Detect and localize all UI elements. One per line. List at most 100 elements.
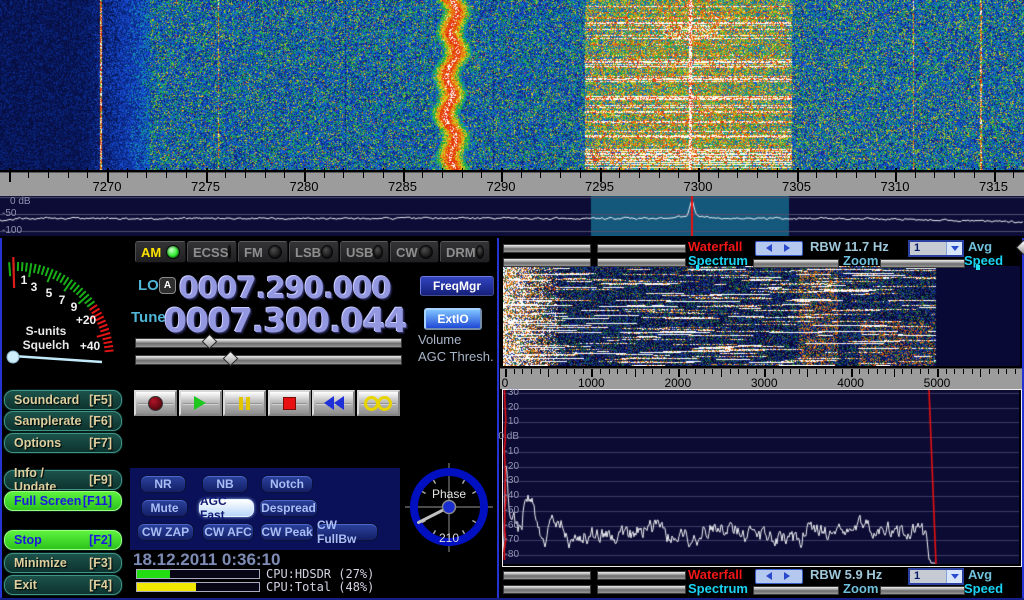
panel_bottom-display-slider-0[interactable]	[503, 571, 591, 580]
panel_bottom-display-slider-1[interactable]	[597, 571, 686, 580]
panel_top-waterfall-scroll-button[interactable]	[755, 241, 803, 256]
sidebar-button-samplerate[interactable]: Samplerate[F6]	[4, 411, 122, 431]
sidebar-button-info-update[interactable]: Info / Update[F9]	[4, 470, 122, 490]
sidebar-button-minimize[interactable]: Minimize[F3]	[4, 553, 122, 573]
scale-tick	[146, 168, 147, 178]
sidebar-button-options[interactable]: Options[F7]	[4, 433, 122, 453]
chevron-down-icon	[946, 242, 962, 255]
media-loop-button[interactable]	[357, 390, 400, 416]
panel_bottom-spectrum-label: Spectrum	[688, 581, 748, 596]
dsp-button-nr[interactable]: NR	[140, 475, 186, 493]
scale-tick	[934, 168, 935, 178]
panel_bottom-zoom-slider[interactable]	[753, 586, 839, 595]
dsp-button-mute[interactable]: Mute	[141, 499, 188, 517]
sidebar-button-stop[interactable]: Stop[F2]	[4, 530, 122, 550]
media-rewind-button[interactable]	[312, 390, 355, 416]
media-record-button[interactable]	[134, 390, 177, 416]
volume-slider[interactable]	[135, 338, 402, 348]
panel_top-display-slider-3[interactable]	[597, 258, 686, 267]
rf-spectrum-strip[interactable]	[0, 196, 1024, 236]
meter-tick	[34, 264, 36, 273]
sidebar-button-full-screen[interactable]: Full Screen[F11]	[4, 491, 122, 511]
dsp-button-despread[interactable]: Despread	[259, 499, 318, 517]
scale-tick	[225, 168, 226, 178]
scale-tick	[782, 369, 783, 374]
media-play-button[interactable]	[179, 390, 222, 416]
panel_bottom-avg-dropdown[interactable]: 1	[908, 568, 964, 585]
mode-button-cw[interactable]: CW	[390, 241, 439, 263]
panel_bottom-waterfall-scroll-button[interactable]	[755, 569, 803, 584]
dsp-button-cw-zap[interactable]: CW ZAP	[137, 523, 194, 541]
dsp-button-cw-peak[interactable]: CW Peak	[260, 523, 314, 541]
mode-button-usb[interactable]: USB	[340, 241, 389, 263]
scale-tick	[540, 168, 541, 178]
mode-button-drm[interactable]: DRM	[440, 241, 490, 263]
panel_top-speed-slider[interactable]	[880, 259, 965, 268]
scroll-left-icon	[766, 244, 772, 252]
sidebar-button-exit[interactable]: Exit[F4]	[4, 575, 122, 595]
squelch-needle-hub[interactable]	[7, 351, 19, 363]
rf-scale-label: 7300	[684, 179, 713, 194]
dsp-button-notch[interactable]: Notch	[261, 475, 313, 493]
scale-tick	[619, 168, 620, 178]
scale-tick	[989, 369, 990, 374]
mode-button-label: ECSS	[193, 245, 228, 260]
lo-auto-button[interactable]: A	[159, 277, 176, 294]
scale-tick	[963, 369, 964, 374]
mode-button-fm[interactable]: FM	[238, 241, 288, 263]
audio-scale-label: 5000	[924, 376, 951, 390]
scale-tick	[946, 369, 947, 374]
phase-tick	[434, 530, 436, 533]
rf-frequency-scale[interactable]: 7270727572807285729072957300730573107315	[0, 172, 1024, 197]
led-off-icon	[373, 245, 383, 259]
rf-waterfall-display[interactable]	[0, 0, 1024, 170]
dsp-button-cw-fullbw[interactable]: CW FullBw	[316, 523, 378, 541]
dsp-button-nb[interactable]: NB	[202, 475, 248, 493]
sidebar-button-soundcard[interactable]: Soundcard[F5]	[4, 390, 122, 410]
panel_top-display-slider-0[interactable]	[503, 244, 591, 253]
scale-tick	[574, 369, 575, 374]
scale-tick	[894, 369, 895, 377]
mode-button-ecss[interactable]: ECSS	[187, 241, 237, 263]
scale-tick	[686, 369, 687, 374]
panel_top-display-slider-1[interactable]	[597, 244, 686, 253]
scale-tick	[773, 369, 774, 374]
audio-scale-label: 1000	[578, 376, 605, 390]
scale-tick	[836, 168, 837, 178]
media-pause-button[interactable]	[223, 390, 266, 416]
sidebar-button-label: Stop	[14, 533, 42, 547]
panel_bottom-speed-slider[interactable]	[880, 586, 965, 595]
scale-tick	[669, 369, 670, 374]
meter-tick	[96, 316, 104, 320]
scale-tick	[954, 369, 955, 374]
dsp-button-cw-afc[interactable]: CW AFC	[202, 523, 254, 541]
scale-tick	[442, 168, 443, 178]
agc-threshold-slider[interactable]	[135, 355, 402, 365]
panel_bottom-display-slider-3[interactable]	[597, 585, 686, 594]
datetime-display: 18.12.2011 0:36:10	[133, 550, 280, 570]
lo-frequency-value[interactable]: 0007.290.000	[179, 271, 391, 305]
scale-tick	[1015, 369, 1016, 374]
tune-frequency-value[interactable]: 0007.300.044	[164, 301, 407, 340]
panel_top-display-slider-2[interactable]	[503, 258, 591, 267]
scale-tick	[757, 168, 758, 178]
panel_top-display-slider-0-thumb[interactable]	[1016, 240, 1024, 256]
squelch-needle[interactable]	[13, 356, 102, 362]
panel_top-zoom-slider[interactable]	[753, 259, 839, 268]
panel_bottom-display-slider-2[interactable]	[503, 585, 591, 594]
media-stop-button[interactable]	[268, 390, 311, 416]
panel_top-avg-dropdown[interactable]: 1	[908, 240, 964, 257]
rf-scale-label: 7315	[979, 179, 1008, 194]
extio-button[interactable]: ExtIO	[424, 308, 482, 330]
mode-button-am[interactable]: AM	[135, 241, 186, 263]
audio-db-label: -40	[489, 490, 519, 501]
scale-tick	[799, 369, 800, 374]
freqmgr-button[interactable]: FreqMgr	[420, 276, 494, 296]
dsp-button-agc-fast[interactable]: AGC Fast	[199, 499, 254, 517]
scale-tick	[980, 369, 981, 377]
hdsdr-main-window: 7270727572807285729072957300730573107315…	[0, 0, 1024, 600]
panel_top-speed-label: Speed	[964, 253, 1003, 268]
agc-threshold-slider-thumb[interactable]	[223, 351, 239, 367]
mode-button-lsb[interactable]: LSB	[289, 241, 339, 263]
scale-tick	[548, 369, 549, 377]
